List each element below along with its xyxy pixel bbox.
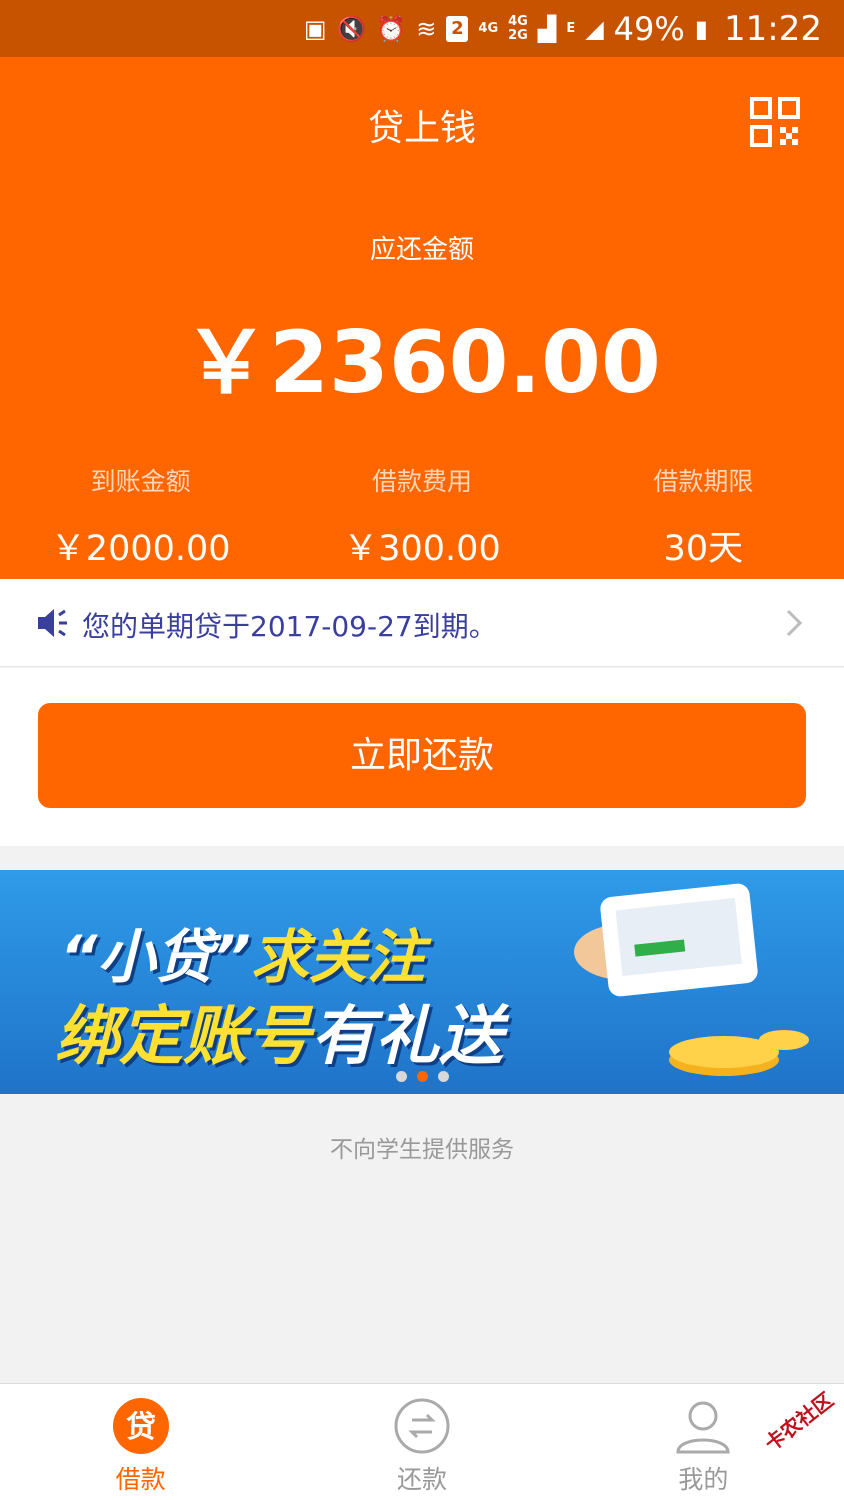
stat-received-amount: 到账金额 ￥2000.00 — [0, 462, 281, 571]
repay-now-button[interactable]: 立即还款 — [38, 703, 806, 808]
battery-percent: 49% — [613, 9, 685, 48]
tab-label: 借款 — [115, 1465, 166, 1494]
stat-value: ￥300.00 — [343, 529, 501, 569]
signal-icon: ▟ — [537, 14, 557, 43]
qr-code-icon[interactable] — [750, 97, 800, 147]
battery-saver-icon: ▣ — [303, 14, 327, 43]
student-disclaimer: 不向学生提供服务 — [330, 1137, 514, 1163]
stat-loan-term: 借款期限 30天 — [563, 462, 844, 571]
stat-value: ￥2000.00 — [50, 529, 231, 569]
alarm-icon: ⏰ — [376, 14, 407, 43]
page-title: 贷上钱 — [367, 108, 476, 149]
loan-icon-glyph: 贷 — [126, 1410, 156, 1445]
tab-loan[interactable]: 贷 借款 — [0, 1384, 281, 1500]
status-bar: ▣ 🔇 ⏰ ≋ 2 4G 4G 2G ▟ E ◢ 49% ▮ 11:22 — [0, 0, 844, 57]
banner-text: 求关注 — [250, 923, 425, 991]
stat-value: 30天 — [663, 529, 744, 569]
carousel-dot[interactable] — [395, 1071, 407, 1082]
tab-label: 还款 — [396, 1465, 447, 1494]
repay-icon — [394, 1398, 450, 1454]
stat-label: 借款期限 — [653, 467, 754, 496]
chevron-right-icon — [786, 609, 803, 637]
battery-icon: ▮ — [694, 14, 709, 43]
carousel-dots — [0, 1071, 844, 1082]
wifi-icon: ≋ — [416, 14, 437, 43]
loan-stats: 到账金额 ￥2000.00 借款费用 ￥300.00 借款期限 30天 — [0, 462, 844, 571]
clock: 11:22 — [724, 8, 822, 49]
banner-text: “小贷” — [60, 923, 251, 991]
due-amount-value: ￥2360.00 — [183, 313, 661, 413]
promo-banner[interactable]: “小贷”求关注 绑定账号有礼送 — [0, 870, 844, 1094]
banner-headline-1: “小贷”求关注 — [60, 910, 425, 994]
due-amount-label: 应还金额 — [369, 235, 474, 265]
signal-icon-2: ◢ — [585, 14, 604, 43]
loan-summary-header: 贷上钱 应还金额 ￥2360.00 到账金额 ￥2000.00 借款费用 ￥30… — [0, 57, 844, 579]
speaker-icon — [38, 609, 67, 637]
mute-icon: 🔇 — [336, 14, 367, 43]
stat-label: 借款费用 — [371, 467, 472, 496]
network-type-3: E — [566, 20, 576, 36]
loan-icon: 贷 — [112, 1398, 169, 1454]
action-area: 立即还款 — [0, 668, 844, 846]
network-type-2: 4G 2G — [508, 15, 528, 42]
banner-text: 有礼送 — [311, 1000, 503, 1074]
due-notice-row[interactable]: 您的单期贷于2017-09-27到期。 — [0, 579, 844, 667]
stat-label: 到账金额 — [90, 467, 191, 496]
profile-icon — [676, 1401, 730, 1454]
notice-text: 您的单期贷于2017-09-27到期。 — [82, 610, 497, 643]
stat-loan-fee: 借款费用 ￥300.00 — [281, 462, 562, 571]
carousel-dot-active[interactable] — [416, 1071, 428, 1082]
sim-slot-badge: 2 — [446, 15, 469, 42]
network-type-2b: 2G — [508, 27, 528, 43]
tab-repay[interactable]: 还款 — [281, 1384, 562, 1500]
carousel-dot[interactable] — [437, 1071, 449, 1082]
tab-label: 我的 — [678, 1465, 729, 1494]
bottom-tab-bar: 贷 借款 还款 我的 — [0, 1383, 844, 1500]
banner-text: 绑定账号 — [55, 1000, 311, 1074]
banner-headline-2: 绑定账号有礼送 — [55, 985, 503, 1077]
network-type-1: 4G — [478, 20, 499, 36]
phone-hand-illustration — [574, 883, 758, 997]
